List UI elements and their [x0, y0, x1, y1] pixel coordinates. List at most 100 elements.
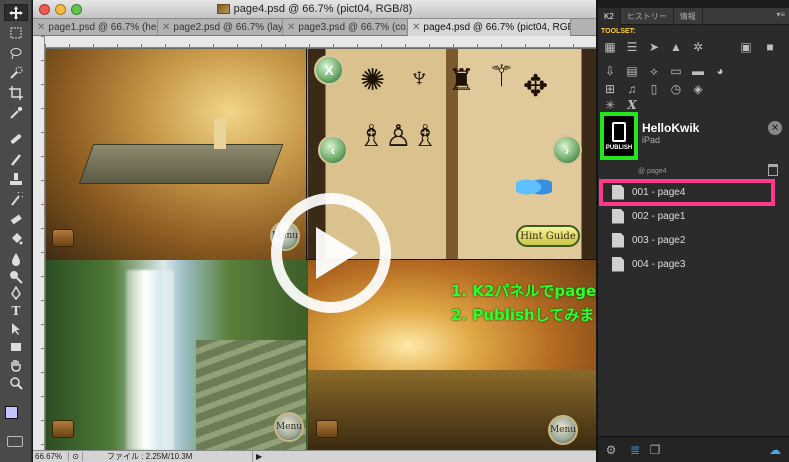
book-close-button[interactable]: X [314, 55, 344, 85]
close-project-button[interactable]: ✕ [768, 121, 782, 135]
chest-icon [316, 420, 338, 438]
timer-icon[interactable]: ◷ [668, 82, 684, 96]
tab-close-icon[interactable]: ✕ [287, 22, 295, 33]
eyedropper-tool-icon[interactable] [4, 104, 28, 121]
stack-icon[interactable]: ◈ [690, 82, 706, 96]
quick-mask-icon[interactable] [7, 436, 23, 447]
tab-info[interactable]: 情報 [674, 7, 703, 25]
panel-tabs: K2 ヒストリー 情報 [598, 7, 789, 25]
add-page-icon[interactable]: ⊞ [602, 82, 618, 96]
play-button[interactable] [271, 193, 391, 313]
glyph-figure-icon: ♜ [448, 64, 475, 97]
book-next-button[interactable]: › [552, 135, 582, 165]
page-list-item[interactable]: 003 - page2 [612, 229, 772, 251]
menu-label: Menu [275, 422, 303, 432]
chest-icon [52, 420, 74, 438]
tab-history[interactable]: ヒストリー [621, 7, 674, 25]
hint-guide-button[interactable]: Hint Guide [516, 225, 580, 247]
tab-page3[interactable]: ✕ page3.psd @ 66.7% (co... [283, 19, 408, 36]
tab-page1[interactable]: ✕ page1.psd @ 66.7% (he... [33, 19, 158, 36]
quick-select-tool-icon[interactable] [4, 64, 28, 81]
butterfly-icon [516, 174, 552, 200]
publish-button[interactable]: PUBLISH [600, 112, 638, 160]
lasso-tool-icon[interactable] [4, 44, 28, 61]
status-menu-arrow-icon[interactable]: ▶ [253, 452, 262, 461]
page-icon[interactable]: ▤ [624, 64, 640, 78]
hint-guide-label: Hint Guide [520, 230, 576, 242]
folder-icon[interactable]: ■ [762, 40, 778, 54]
tab-close-icon[interactable]: ✕ [37, 22, 45, 33]
book-prev-button[interactable]: ‹ [318, 135, 348, 165]
layers-icon[interactable]: ☰ [624, 40, 640, 54]
page-list-item[interactable]: 004 - page3 [612, 253, 772, 275]
folder-share-icon[interactable]: ▣ [738, 40, 754, 54]
close-window-button[interactable] [39, 4, 50, 15]
move-tool-icon[interactable] [4, 4, 28, 21]
eraser-tool-icon[interactable] [4, 210, 28, 227]
vertical-ruler[interactable] [33, 36, 45, 450]
image-icon[interactable]: ▭ [668, 64, 684, 78]
status-icon[interactable]: ⊙ [69, 452, 83, 461]
tab-page2[interactable]: ✕ page2.psd @ 66.7% (lay... [158, 19, 283, 36]
zoom-field[interactable]: 66.67% [33, 452, 69, 461]
paint-bucket-tool-icon[interactable] [4, 230, 28, 247]
tab-close-icon[interactable]: ✕ [162, 22, 170, 33]
menu-button[interactable]: Menu [548, 415, 578, 445]
menu-button[interactable]: Menu [274, 412, 304, 442]
tab-page4[interactable]: ✕ page4.psd @ 66.7% (pict04, RGB/8) [408, 19, 571, 36]
path-select-tool-icon[interactable] [4, 320, 28, 337]
panel-menu-icon[interactable]: ▾≡ [776, 10, 785, 19]
import-icon[interactable]: ⇩ [602, 64, 618, 78]
history-brush-tool-icon[interactable] [4, 190, 28, 207]
tab-close-icon[interactable]: ✕ [412, 22, 420, 33]
type-tool-icon[interactable]: T [4, 302, 28, 319]
healing-brush-tool-icon[interactable] [4, 130, 28, 147]
music-icon[interactable]: ♫ [624, 82, 640, 96]
pen-tool-icon[interactable] [4, 284, 28, 301]
blur-tool-icon[interactable] [4, 250, 28, 267]
loading-icon[interactable]: ✳ [602, 98, 618, 112]
chat-icon[interactable]: ◕ [712, 64, 728, 78]
glyph-tree-icon: ⚚ [488, 60, 515, 93]
grid-icon[interactable]: ▦ [602, 40, 618, 54]
tab-label: page3.psd @ 66.7% (co... [298, 22, 408, 33]
image-canvas[interactable]: ✺ ♆ ♜ ♗♙♗ ⚚ ✥ X ‹ › Hint Guide Menu Menu… [46, 49, 596, 450]
page-label: 004 - page3 [632, 258, 686, 270]
rectangle-tool-icon[interactable] [4, 338, 28, 355]
chest-icon [52, 229, 74, 247]
rocket-icon[interactable]: ▲ [668, 40, 684, 54]
cloud-icon[interactable]: ☁ [768, 443, 782, 457]
crop-tool-icon[interactable] [4, 84, 28, 101]
zoom-tool-icon[interactable] [4, 374, 28, 391]
gear-icon[interactable]: ✲ [690, 40, 706, 54]
glyph-people-icon: ♗♙♗ [358, 120, 439, 153]
tab-label: page1.psd @ 66.7% (he... [48, 22, 158, 33]
tablet-icon [612, 121, 626, 142]
copy-icon[interactable]: ❐ [648, 443, 662, 457]
brush-tool-icon[interactable] [4, 150, 28, 167]
window-titlebar[interactable]: page4.psd @ 66.7% (pict04, RGB/8) [33, 0, 596, 19]
settings-icon[interactable]: ⚙ [604, 443, 618, 457]
window-title-wrap: page4.psd @ 66.7% (pict04, RGB/8) [216, 3, 412, 15]
horizontal-ruler[interactable] [45, 36, 596, 48]
device-icon[interactable]: ▯ [646, 82, 662, 96]
tab-k2[interactable]: K2 [598, 7, 621, 25]
trash-icon[interactable] [768, 164, 778, 176]
dodge-tool-icon[interactable] [4, 268, 28, 285]
foreground-color-swatch[interactable] [5, 406, 18, 419]
zoom-window-button[interactable] [71, 4, 82, 15]
layers-stack-icon[interactable]: ≣ [628, 443, 642, 457]
clone-stamp-tool-icon[interactable] [4, 170, 28, 187]
file-info: ファイル : 2.25M/10.3M [83, 451, 253, 462]
video-icon[interactable]: ▬ [690, 64, 706, 78]
page-list-item[interactable]: 002 - page1 [612, 205, 772, 227]
hand-tool-icon[interactable] [4, 356, 28, 373]
pointer-icon[interactable]: ➤ [646, 40, 662, 54]
function-icon[interactable]: X [624, 98, 640, 112]
transition-icon[interactable]: ⟡ [646, 64, 662, 78]
candle [214, 119, 226, 149]
marquee-tool-icon[interactable] [4, 24, 28, 41]
minimize-window-button[interactable] [55, 4, 66, 15]
status-bar: 66.67% ⊙ ファイル : 2.25M/10.3M ▶ [33, 450, 596, 462]
page-label: 003 - page2 [632, 234, 686, 246]
